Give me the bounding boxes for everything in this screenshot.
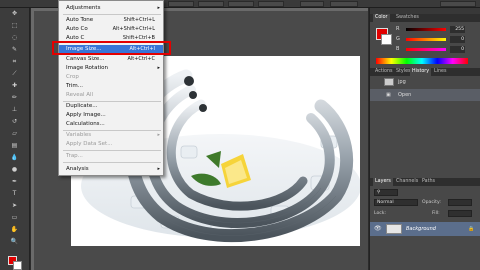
shape-tool-icon[interactable]: ▭ [10, 214, 19, 221]
menu-item-reveal-all[interactable]: Reveal All [59, 91, 163, 100]
lock-label: Lock: [374, 211, 387, 216]
highlight-box [52, 41, 171, 55]
color-bg-swatch[interactable] [381, 34, 392, 45]
menu-item-apply-image[interactable]: Apply Image... [59, 111, 163, 120]
blur-tool-icon[interactable]: 💧 [10, 154, 19, 161]
path-select-tool-icon[interactable]: ➤ [10, 202, 19, 209]
crop-tool-icon[interactable]: ⌗ [10, 58, 19, 65]
history-snapshot[interactable]: jpg [370, 76, 480, 88]
layer-kind-filter[interactable]: ⚲ [374, 189, 398, 196]
layers-panel-tabs: Layers Channels Paths [370, 178, 480, 186]
tools-panel: ✥ ⬚ ◌ ✎ ⌗ ⟋ ✚ ✏ ⊥ ↺ ▱ ▤ 💧 ● ✒ T ➤ ▭ ✋ 🔍 [0, 8, 30, 270]
menu-item-adjustments[interactable]: Adjustments ▸ [59, 4, 163, 13]
menu-item-variables[interactable]: Variables ▸ [59, 131, 163, 140]
gradient-tool-icon[interactable]: ▤ [10, 142, 19, 149]
type-tool-icon[interactable]: T [10, 190, 19, 197]
history-brush-tool-icon[interactable]: ↺ [10, 118, 19, 125]
menu-item-duplicate[interactable]: Duplicate... [59, 102, 163, 111]
tab-color[interactable]: Color [373, 14, 390, 22]
snapshot-thumbnail [384, 78, 394, 86]
tab-swatches[interactable]: Swatches [394, 14, 421, 22]
history-item-open[interactable]: ▣ Open [370, 89, 480, 101]
visibility-eye-icon[interactable]: 👁 [374, 225, 382, 232]
fill-field[interactable] [448, 210, 472, 217]
layers-panel: ⚲ Normal Opacity: Lock: Fill: 👁 Backgrou… [370, 186, 480, 270]
layer-thumbnail [386, 224, 402, 234]
workspace-switcher[interactable] [440, 1, 476, 7]
slider-b[interactable]: B 0 [396, 46, 466, 53]
stamp-tool-icon[interactable]: ⊥ [10, 106, 19, 113]
ruler-vertical [31, 8, 34, 270]
eyedropper-tool-icon[interactable]: ⟋ [10, 70, 19, 77]
options-field[interactable] [198, 1, 224, 7]
menu-item-calculations[interactable]: Calculations... [59, 120, 163, 129]
options-field[interactable] [300, 1, 324, 7]
fill-label: Fill: [432, 211, 440, 216]
color-spectrum[interactable] [376, 58, 468, 64]
menu-separator [63, 14, 161, 15]
background-color-swatch[interactable] [13, 261, 22, 270]
slider-r[interactable]: R 255 [396, 26, 466, 33]
history-panel-tabs: Actions Styles History Lines [370, 68, 480, 76]
history-state-icon: ▣ [386, 92, 391, 98]
menu-separator [63, 150, 161, 151]
color-panel-tabs: Color Swatches [370, 14, 480, 22]
zoom-tool-icon[interactable]: 🔍 [10, 238, 19, 245]
options-field[interactable] [168, 1, 194, 7]
dodge-tool-icon[interactable]: ● [10, 166, 19, 173]
slider-g[interactable]: G 0 [396, 36, 466, 43]
brush-tool-icon[interactable]: ✏ [10, 94, 19, 101]
blend-mode-select[interactable]: Normal [374, 199, 418, 206]
menu-item-crop[interactable]: Crop [59, 73, 163, 82]
tab-layers[interactable]: Layers [373, 178, 393, 186]
quick-select-tool-icon[interactable]: ✎ [10, 46, 19, 53]
lock-icon: 🔒 [468, 226, 475, 232]
marquee-tool-icon[interactable]: ⬚ [10, 22, 19, 29]
pen-tool-icon[interactable]: ✒ [10, 178, 19, 185]
tab-history[interactable]: History [410, 68, 432, 76]
tab-lines[interactable]: Lines [432, 68, 449, 76]
menu-item-analysis[interactable]: Analysis ▸ [59, 165, 163, 174]
opacity-field[interactable] [448, 199, 472, 206]
menu-item-auto-tone[interactable]: Auto Tone Shift+Ctrl+L [59, 16, 163, 25]
healing-tool-icon[interactable]: ✚ [10, 82, 19, 89]
history-panel: jpg ▣ Open [370, 76, 480, 178]
options-field[interactable] [330, 1, 358, 7]
layer-name: Background [406, 226, 436, 232]
menu-item-image-rotation[interactable]: Image Rotation ▸ [59, 64, 163, 73]
history-item-label: Open [398, 92, 412, 98]
hand-tool-icon[interactable]: ✋ [10, 226, 19, 233]
tab-paths[interactable]: Paths [420, 178, 437, 186]
menu-item-apply-data-set[interactable]: Apply Data Set... [59, 140, 163, 149]
eraser-tool-icon[interactable]: ▱ [10, 130, 19, 137]
image-menu-dropdown: Adjustments ▸ Auto Tone Shift+Ctrl+L Auto … [58, 0, 164, 176]
layer-row-background[interactable]: 👁 Background 🔒 [370, 222, 480, 236]
tab-actions[interactable]: Actions [373, 68, 395, 76]
menu-separator [63, 162, 161, 163]
opacity-label: Opacity: [422, 200, 441, 205]
menu-item-canvas-size[interactable]: Canvas Size... Alt+Ctrl+C [59, 55, 163, 64]
options-field[interactable] [258, 1, 284, 7]
snapshot-label: jpg [398, 79, 406, 85]
lasso-tool-icon[interactable]: ◌ [10, 34, 19, 41]
right-panel-dock: Color Swatches R 255 G 0 B 0 Actions Sty… [369, 8, 480, 270]
color-panel: R 255 G 0 B 0 [370, 22, 480, 68]
menu-item-trap[interactable]: Trap... [59, 152, 163, 161]
tab-channels[interactable]: Channels [394, 178, 420, 186]
menu-item-auto-contrast[interactable]: Auto Co Alt+Shift+Ctrl+L [59, 25, 163, 34]
menu-item-trim[interactable]: Trim... [59, 82, 163, 91]
options-field[interactable] [228, 1, 254, 7]
move-tool-icon[interactable]: ✥ [10, 10, 19, 17]
